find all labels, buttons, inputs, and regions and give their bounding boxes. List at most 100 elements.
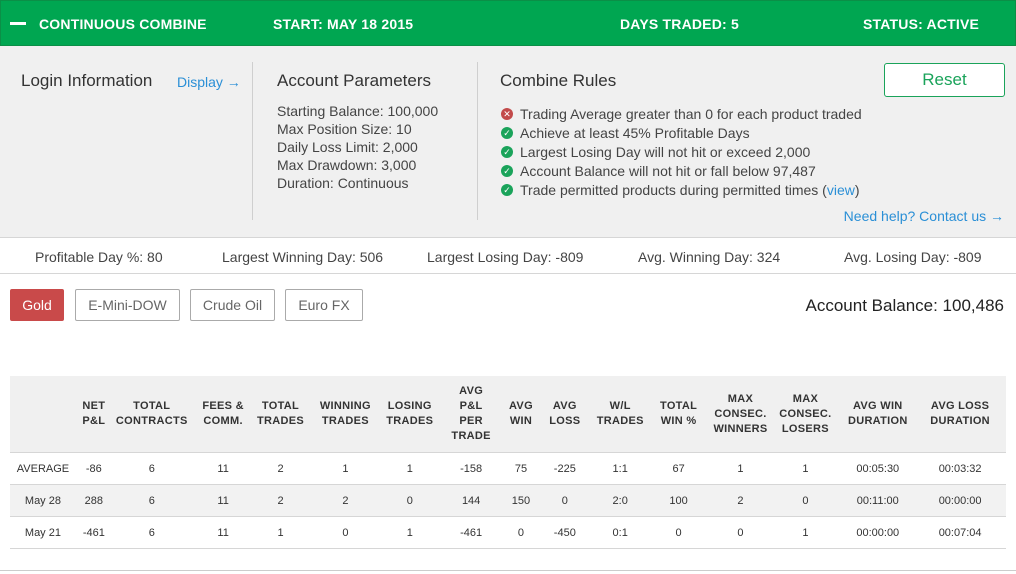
table-cell: 0: [534, 484, 595, 517]
column-header: AVG WIN: [506, 376, 535, 453]
row-label: May 21: [10, 516, 76, 549]
table-cell: 1: [254, 516, 307, 549]
rule-item: ✓ Achieve at least 45% Profitable Days: [501, 124, 862, 143]
param-starting-balance: Starting Balance: 100,000: [277, 103, 439, 119]
table-cell: 1: [769, 452, 842, 485]
product-tab-euro-fx[interactable]: Euro FX: [285, 289, 363, 321]
column-header: MAX CONSEC. LOSERS: [769, 376, 842, 453]
table-cell: 6: [111, 452, 192, 485]
rule-item: ✓ Largest Losing Day will not hit or exc…: [501, 143, 862, 162]
column-header: MAX CONSEC. WINNERS: [711, 376, 770, 453]
banner-days-traded: DAYS TRADED: 5: [620, 16, 739, 32]
stat-largest-losing-day: Largest Losing Day: -809: [427, 249, 584, 265]
param-daily-loss-limit: Daily Loss Limit: 2,000: [277, 139, 418, 155]
table-cell: 0: [384, 484, 436, 517]
table-cell: 1: [384, 452, 436, 485]
table-cell: -225: [534, 452, 595, 485]
view-products-link[interactable]: view: [827, 182, 855, 198]
table-cell: 75: [506, 452, 535, 485]
product-tab-crude-oil[interactable]: Crude Oil: [190, 289, 275, 321]
table-row: May 28 288 6 11 2 2 0 144 150 0 2:0 100 2 0 00:11:00 00…: [10, 484, 1006, 517]
banner-status: STATUS: ACTIVE: [863, 16, 980, 32]
table-cell: 67: [645, 452, 712, 485]
product-tab-gold[interactable]: Gold: [10, 289, 64, 321]
table-cell: 0: [306, 516, 385, 549]
table-cell: 1:1: [594, 452, 646, 485]
combine-banner: CONTINUOUS COMBINE START: MAY 18 2015 DA…: [0, 0, 1016, 46]
check-circle-icon: ✓: [501, 127, 513, 139]
check-circle-icon: ✓: [501, 184, 513, 196]
table-cell: 1: [384, 516, 436, 549]
account-balance: Account Balance: 100,486: [805, 296, 1004, 315]
account-params-title: Account Parameters: [277, 71, 432, 90]
table-cell: 288: [75, 484, 112, 517]
column-header: AVG LOSS DURATION: [914, 376, 1006, 453]
divider: [0, 570, 1016, 571]
stat-largest-winning-day: Largest Winning Day: 506: [222, 249, 384, 265]
column-header: TOTAL TRADES: [254, 376, 307, 453]
table-cell: 150: [506, 484, 535, 517]
login-info-title: Login Information: [21, 71, 153, 90]
param-max-drawdown: Max Drawdown: 3,000: [277, 157, 417, 173]
banner-start-date: START: MAY 18 2015: [273, 16, 414, 32]
divider: [477, 62, 478, 220]
account-info-panel: Login Information Display → Account Para…: [0, 46, 1016, 238]
table-cell: 100: [645, 484, 712, 517]
display-login-link[interactable]: Display →: [177, 74, 241, 90]
table-cell: 0: [506, 516, 535, 549]
collapse-icon[interactable]: [10, 22, 26, 25]
table-row: AVERAGE -86 6 11 2 1 1 -158 75 -225 1:1 67 1 1 00:05:3…: [10, 452, 1006, 485]
param-max-position: Max Position Size: 10: [277, 121, 412, 137]
table-cell: 1: [769, 516, 842, 549]
column-header: TOTAL WIN %: [645, 376, 712, 453]
table-cell: -158: [435, 452, 507, 485]
column-header: AVG WIN DURATION: [841, 376, 915, 453]
table-cell: 2: [306, 484, 385, 517]
table-cell: 00:05:30: [841, 452, 915, 485]
table-cell: 00:00:00: [914, 484, 1006, 517]
table-cell: 11: [191, 452, 255, 485]
table-cell: 6: [111, 516, 192, 549]
summary-stats-bar: Profitable Day %: 80 Largest Winning Day…: [0, 238, 1016, 274]
table-cell: -461: [75, 516, 112, 549]
combine-rules-title: Combine Rules: [500, 71, 617, 90]
table-cell: 00:03:32: [914, 452, 1006, 485]
table-cell: 00:00:00: [841, 516, 915, 549]
param-duration: Duration: Continuous: [277, 175, 409, 191]
table-cell: 2: [711, 484, 770, 517]
row-label: AVERAGE: [10, 452, 76, 485]
column-header: W/L TRADES: [594, 376, 646, 453]
table-cell: 0: [769, 484, 842, 517]
table-cell: 00:11:00: [841, 484, 915, 517]
x-circle-icon: ✕: [501, 108, 513, 120]
table-cell: 1: [711, 452, 770, 485]
table-cell: 2:0: [594, 484, 646, 517]
stat-avg-winning-day: Avg. Winning Day: 324: [638, 249, 781, 265]
table-header-row: NET P&L TOTAL CONTRACTS FEES & COMM. TOTAL T…: [10, 376, 1006, 453]
column-header: AVG LOSS: [534, 376, 595, 453]
table-cell: 0:1: [594, 516, 646, 549]
table-cell: 6: [111, 484, 192, 517]
check-circle-icon: ✓: [501, 146, 513, 158]
table-cell: 1: [306, 452, 385, 485]
row-label: May 28: [10, 484, 76, 517]
divider: [252, 62, 253, 220]
reset-button[interactable]: Reset: [884, 63, 1005, 97]
column-header: TOTAL CONTRACTS: [111, 376, 192, 453]
stat-profitable-day-pct: Profitable Day %: 80: [35, 249, 163, 265]
rule-item: ✓ Account Balance will not hit or fall b…: [501, 162, 862, 181]
table-cell: 2: [254, 452, 307, 485]
combine-rules-list: ✕ Trading Average greater than 0 for eac…: [501, 105, 862, 200]
contact-us-link[interactable]: Need help? Contact us →: [844, 208, 1004, 224]
banner-title: CONTINUOUS COMBINE: [39, 16, 207, 32]
column-header: WINNING TRADES: [306, 376, 385, 453]
table-cell: -450: [534, 516, 595, 549]
rule-item: ✓ Trade permitted products during permit…: [501, 181, 862, 200]
table-cell: 0: [645, 516, 712, 549]
column-header: AVG P&L PER TRADE: [435, 376, 507, 453]
product-tab-emini-dow[interactable]: E-Mini-DOW: [75, 289, 180, 321]
table-cell: -461: [435, 516, 507, 549]
table-cell: -86: [75, 452, 112, 485]
account-params-list: Starting Balance: 100,000 Max Position S…: [277, 102, 438, 192]
column-header: [10, 376, 76, 453]
